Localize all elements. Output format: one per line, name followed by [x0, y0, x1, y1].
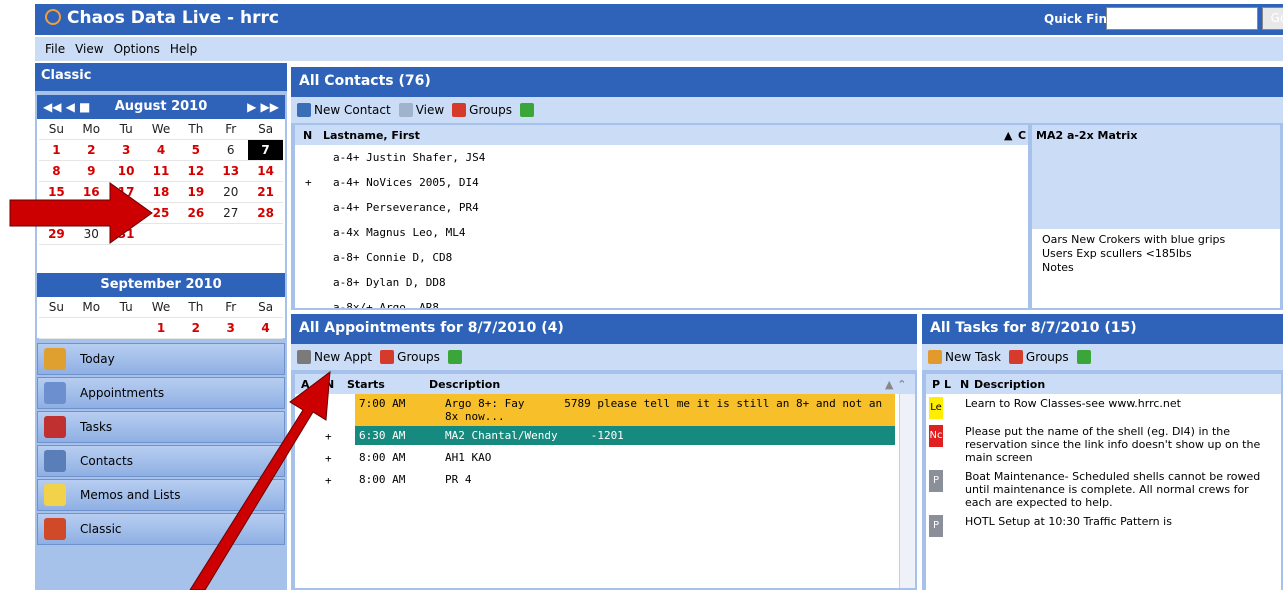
- arrow-to-calendar-icon: [9, 182, 153, 244]
- arrow-to-new-appt-icon: [189, 370, 331, 590]
- annotation-arrows: [9, 182, 331, 590]
